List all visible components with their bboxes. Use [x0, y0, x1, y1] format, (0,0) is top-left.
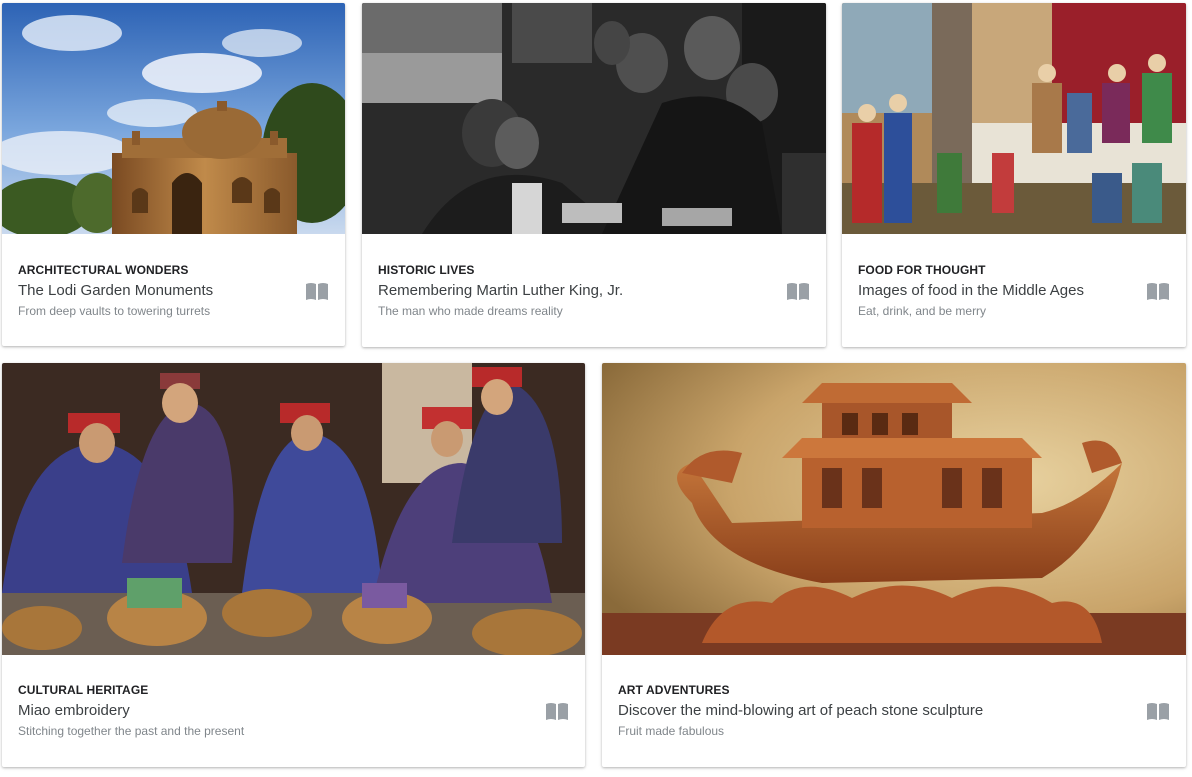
card-title: Miao embroidery — [18, 702, 130, 719]
card-subtitle: The man who made dreams reality — [378, 304, 563, 318]
book-open-icon — [1146, 701, 1170, 721]
card-image-mlk — [362, 3, 826, 234]
story-card-middle-ages-food[interactable]: FOOD FOR THOUGHT Images of food in the M… — [842, 3, 1186, 347]
card-category: CULTURAL HERITAGE — [18, 683, 149, 697]
card-category: ART ADVENTURES — [618, 683, 730, 697]
card-category: FOOD FOR THOUGHT — [858, 263, 986, 277]
card-subtitle: From deep vaults to towering turrets — [18, 304, 211, 318]
card-subtitle: Stitching together the past and the pres… — [18, 724, 245, 738]
story-card-peach-stone[interactable]: ART ADVENTURES Discover the mind-blowing… — [602, 363, 1186, 767]
card-image-miao-embroidery — [2, 363, 585, 655]
card-title: Images of food in the Middle Ages — [858, 282, 1084, 299]
card-subtitle: Fruit made fabulous — [618, 724, 725, 738]
card-image-peach-stone — [602, 363, 1186, 655]
book-open-icon — [1146, 281, 1170, 301]
card-title: Remembering Martin Luther King, Jr. — [378, 282, 624, 299]
card-title: Discover the mind-blowing art of peach s… — [618, 702, 984, 719]
book-open-icon — [305, 281, 329, 301]
story-card-lodi-garden[interactable]: ARCHITECTURAL WONDERS The Lodi Garden Mo… — [2, 3, 345, 346]
card-image-lodi-garden — [2, 3, 345, 234]
card-title: The Lodi Garden Monuments — [18, 282, 214, 299]
story-card-miao-embroidery[interactable]: CULTURAL HERITAGE Miao embroidery Stitch… — [2, 363, 585, 767]
book-open-icon — [545, 701, 569, 721]
book-open-icon — [786, 281, 810, 301]
card-subtitle: Eat, drink, and be merry — [858, 304, 987, 318]
card-category: ARCHITECTURAL WONDERS — [18, 263, 189, 277]
story-card-mlk[interactable]: HISTORIC LIVES Remembering Martin Luther… — [362, 3, 826, 347]
card-image-middle-ages-food — [842, 3, 1186, 234]
card-category: HISTORIC LIVES — [378, 263, 475, 277]
